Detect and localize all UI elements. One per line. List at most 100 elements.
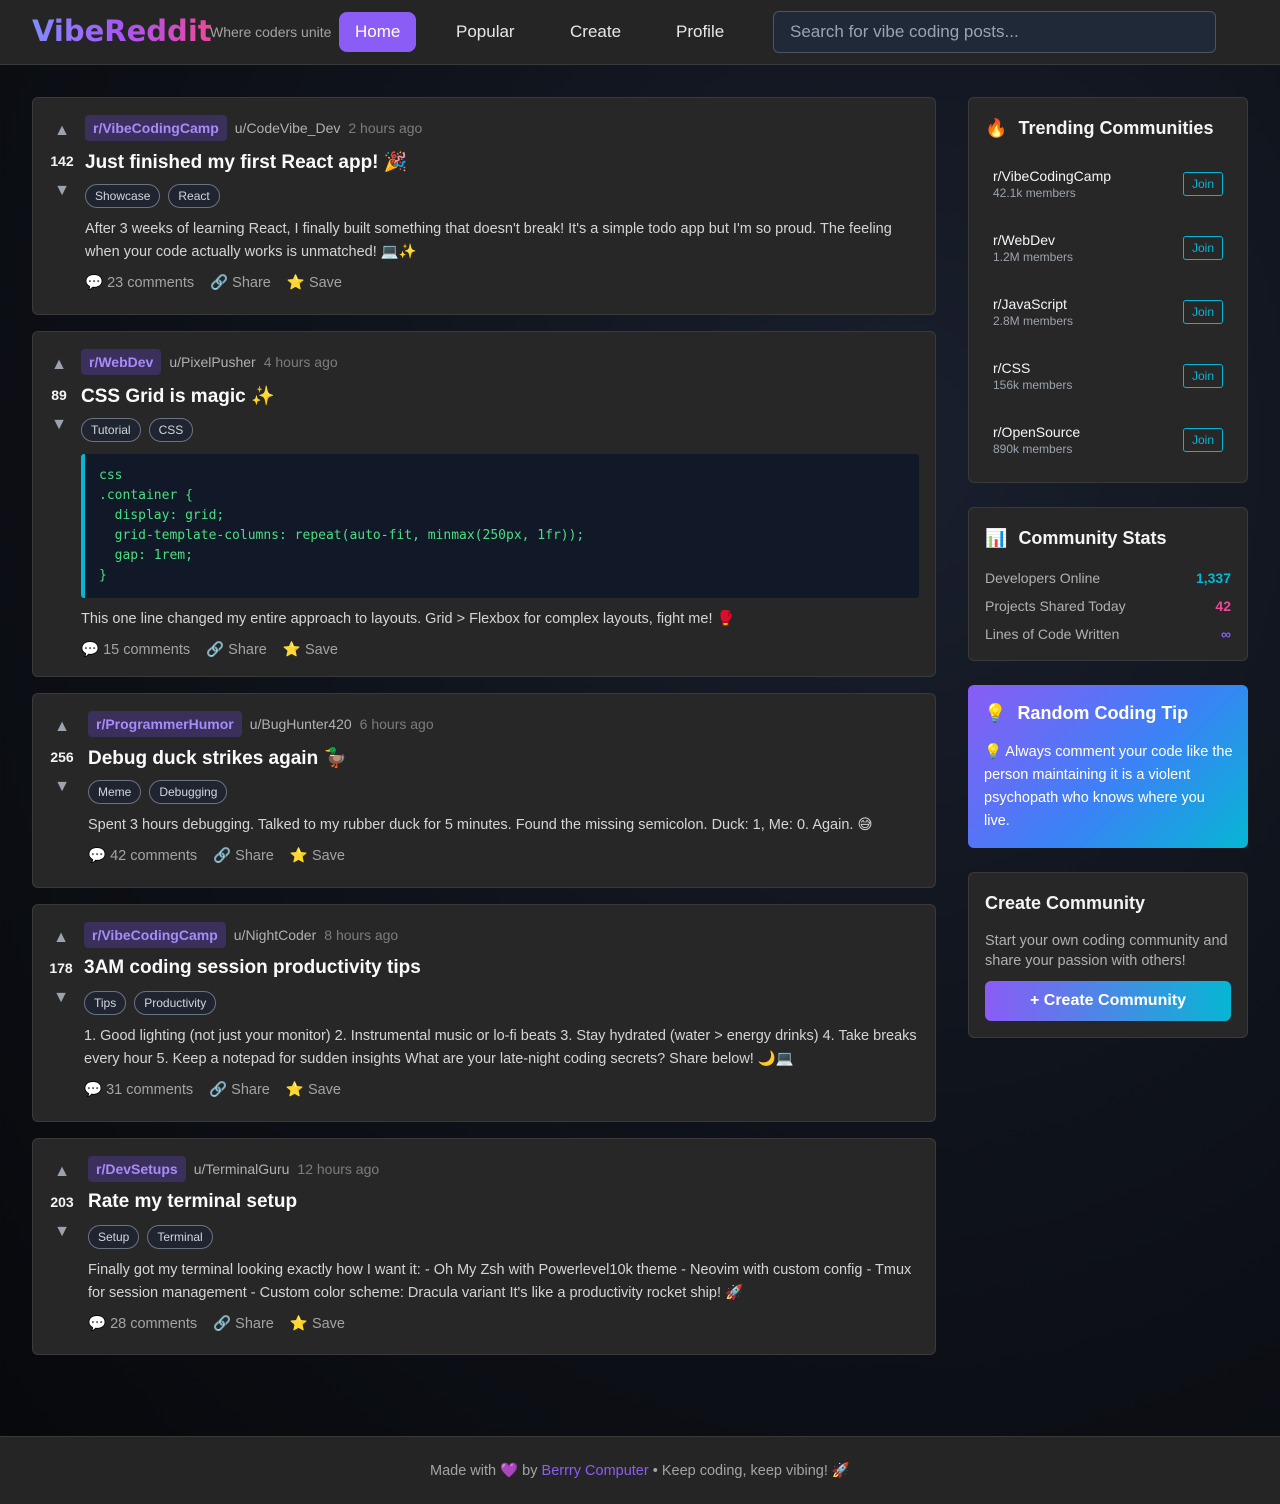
subreddit-link[interactable]: r/VibeCodingCamp (85, 115, 227, 141)
save-button[interactable]: ⭐ Save (287, 274, 342, 291)
create-description: Start your own coding community and shar… (985, 933, 1228, 969)
share-button[interactable]: 🔗 Share (213, 847, 274, 864)
post-body: r/WebDev u/PixelPusher 4 hours ago CSS G… (81, 348, 919, 658)
join-button[interactable]: Join (1182, 172, 1223, 196)
share-button[interactable]: 🔗 Share (209, 1081, 270, 1098)
post-tag[interactable]: Debugging (149, 780, 228, 804)
post-tag[interactable]: Meme (88, 780, 142, 804)
fire-icon: 🔥 (985, 118, 1008, 138)
post-title[interactable]: Rate my terminal setup (88, 1191, 919, 1215)
share-button[interactable]: 🔗 Share (210, 274, 271, 291)
join-button[interactable]: Join (1182, 428, 1223, 452)
star-icon: ⭐ (289, 848, 308, 864)
post-tag[interactable]: Terminal (147, 1225, 213, 1249)
post-body: r/ProgrammerHumor u/BugHunter420 6 hours… (88, 710, 919, 864)
vote-column: ▲ 203 ▼ (47, 1157, 77, 1247)
post-title[interactable]: Just finished my first React app! 🎉 (85, 150, 919, 174)
subreddit-link[interactable]: r/DevSetups (88, 1156, 186, 1182)
community-item[interactable]: r/JavaScript 2.8M members Join (993, 296, 1223, 328)
post-tag[interactable]: Productivity (134, 991, 217, 1015)
community-item[interactable]: r/CSS 156k members Join (993, 360, 1223, 392)
post-author[interactable]: u/CodeVibe_Dev (235, 120, 341, 136)
trending-title: 🔥 Trending Communities (985, 118, 1214, 138)
comments-button[interactable]: 💬 31 comments (84, 1081, 193, 1098)
stat-label: Developers Online (985, 570, 1101, 586)
create-community-button[interactable]: + Create Community (985, 981, 1231, 1021)
join-button[interactable]: Join (1182, 364, 1223, 388)
comments-button[interactable]: 💬 23 comments (85, 274, 194, 291)
trending-communities-card: 🔥 Trending Communities r/VibeCodingCamp … (968, 97, 1248, 483)
save-button[interactable]: ⭐ Save (290, 847, 345, 864)
footer-link[interactable]: Berrry Computer (542, 1463, 649, 1479)
post-text: Finally got my terminal looking exactly … (88, 1262, 912, 1301)
join-button[interactable]: Join (1182, 300, 1223, 324)
arrow-up-icon[interactable]: ▲ (47, 116, 77, 146)
subreddit-link[interactable]: r/WebDev (81, 349, 162, 375)
post-tag[interactable]: CSS (148, 418, 194, 442)
link-icon: 🔗 (209, 1082, 228, 1098)
post-tag[interactable]: Tutorial (81, 418, 141, 442)
arrow-down-icon[interactable]: ▼ (47, 772, 77, 802)
nav-profile[interactable]: Profile (660, 12, 740, 52)
arrow-up-icon[interactable]: ▲ (44, 350, 74, 380)
nav-home[interactable]: Home (339, 12, 417, 52)
post-body: r/DevSetups u/TerminalGuru 12 hours ago … (88, 1155, 919, 1332)
post-text: Spent 3 hours debugging. Talked to my ru… (88, 817, 873, 833)
post-tag[interactable]: React (168, 184, 220, 208)
comments-button[interactable]: 💬 42 comments (88, 847, 197, 864)
subreddit-link[interactable]: r/ProgrammerHumor (88, 711, 242, 737)
vote-score: 89 (51, 387, 67, 403)
share-button[interactable]: 🔗 Share (206, 641, 267, 658)
footer-suffix: • Keep coding, keep vibing! 🚀 (652, 1463, 850, 1479)
post-title[interactable]: Debug duck strikes again 🦆 (88, 746, 919, 770)
community-item[interactable]: r/OpenSource 890k members Join (993, 424, 1223, 456)
comments-button[interactable]: 💬 15 comments (81, 641, 190, 658)
vote-column: ▲ 89 ▼ (44, 350, 74, 440)
create-title: Create Community (985, 893, 1146, 913)
community-item[interactable]: r/WebDev 1.2M members Join (993, 232, 1223, 264)
arrow-down-icon[interactable]: ▼ (44, 410, 74, 440)
nav-popular[interactable]: Popular (440, 12, 531, 52)
link-icon: 🔗 (213, 1316, 232, 1332)
post-tag[interactable]: Setup (88, 1225, 140, 1249)
post-author[interactable]: u/PixelPusher (169, 354, 255, 370)
speech-bubble-icon: 💬 (81, 642, 100, 658)
community-item[interactable]: r/VibeCodingCamp 42.1k members Join (993, 168, 1223, 200)
arrow-down-icon[interactable]: ▼ (46, 983, 76, 1013)
post-title[interactable]: CSS Grid is magic ✨ (81, 384, 919, 408)
post-text: This one line changed my entire approach… (81, 611, 735, 627)
arrow-down-icon[interactable]: ▼ (47, 1217, 77, 1247)
bar-chart-icon: 📊 (985, 528, 1008, 548)
site-logo[interactable]: VibeReddit (32, 14, 212, 48)
vote-column: ▲ 256 ▼ (47, 712, 77, 802)
post-author[interactable]: u/NightCoder (234, 927, 317, 943)
stat-label: Projects Shared Today (985, 598, 1126, 614)
save-button[interactable]: ⭐ Save (290, 1315, 345, 1332)
post-text: After 3 weeks of learning React, I final… (85, 221, 892, 260)
post-title[interactable]: 3AM coding session productivity tips (84, 957, 919, 981)
lightbulb-icon: 💡 (984, 703, 1007, 723)
post-tag[interactable]: Tips (84, 991, 127, 1015)
star-icon: ⭐ (285, 1082, 304, 1098)
arrow-up-icon[interactable]: ▲ (46, 923, 76, 953)
arrow-up-icon[interactable]: ▲ (47, 712, 77, 742)
nav-create[interactable]: Create (554, 12, 637, 52)
post-card: ▲ 256 ▼ r/ProgrammerHumor u/BugHunter420… (32, 693, 936, 888)
subreddit-link[interactable]: r/VibeCodingCamp (84, 922, 226, 948)
comments-button[interactable]: 💬 28 comments (88, 1315, 197, 1332)
footer-prefix: Made with 💜 by (429, 1463, 538, 1479)
vote-score: 256 (50, 749, 74, 765)
share-button[interactable]: 🔗 Share (213, 1315, 274, 1332)
post-author[interactable]: u/TerminalGuru (194, 1161, 290, 1177)
post-body: r/VibeCodingCamp u/CodeVibe_Dev 2 hours … (85, 114, 919, 291)
post-body: r/VibeCodingCamp u/NightCoder 8 hours ag… (84, 921, 919, 1098)
post-author[interactable]: u/BugHunter420 (250, 716, 352, 732)
arrow-down-icon[interactable]: ▼ (47, 176, 77, 206)
save-button[interactable]: ⭐ Save (283, 641, 338, 658)
search-input[interactable] (773, 11, 1216, 53)
save-button[interactable]: ⭐ Save (286, 1081, 341, 1098)
post-tag[interactable]: Showcase (85, 184, 161, 208)
arrow-up-icon[interactable]: ▲ (47, 1157, 77, 1187)
join-button[interactable]: Join (1182, 236, 1223, 260)
speech-bubble-icon: 💬 (88, 848, 107, 864)
